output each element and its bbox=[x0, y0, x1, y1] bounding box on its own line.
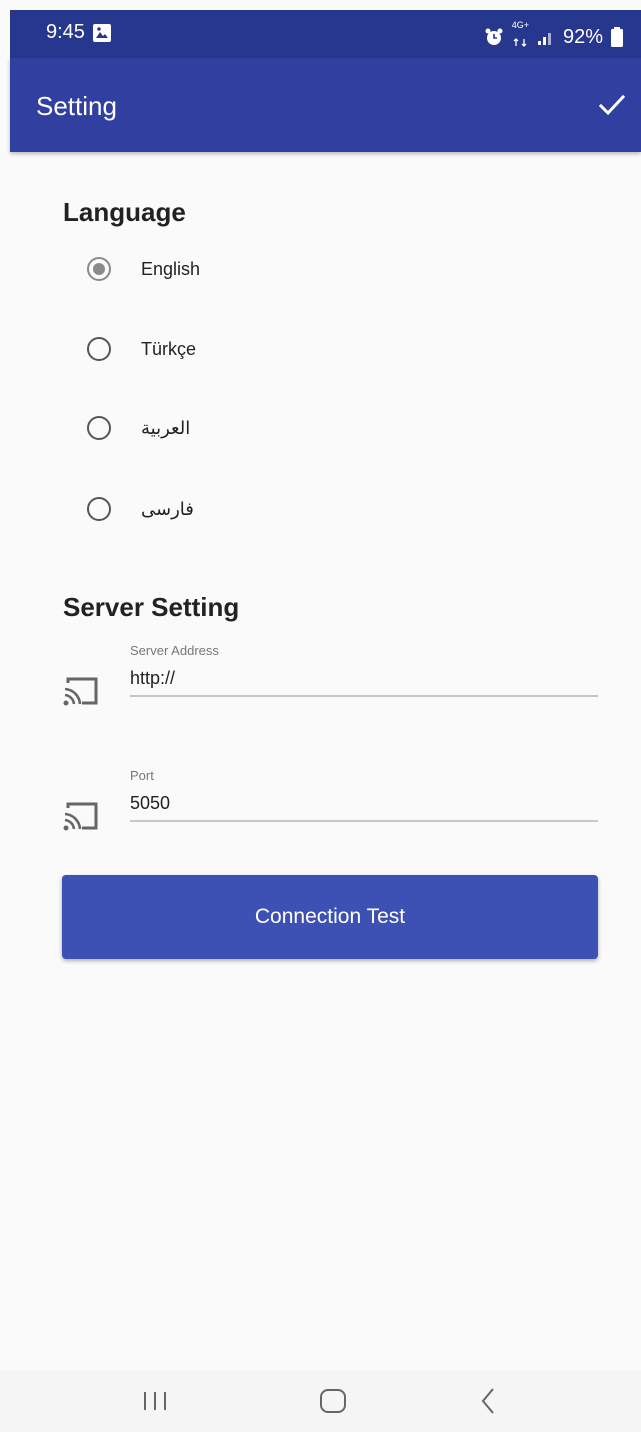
alarm-icon bbox=[485, 28, 503, 45]
server-address-field: Server Address bbox=[60, 643, 598, 723]
server-address-label: Server Address bbox=[130, 643, 219, 658]
server-setting-title: Server Setting bbox=[63, 592, 240, 622]
language-option-label: Türkçe bbox=[141, 338, 197, 359]
port-input[interactable] bbox=[130, 786, 598, 822]
language-option-arabic[interactable]: العربية bbox=[87, 413, 190, 443]
language-option-label: العربية bbox=[141, 417, 191, 438]
back-icon[interactable] bbox=[474, 1384, 504, 1418]
radio-selected-icon[interactable] bbox=[87, 257, 111, 281]
app-bar: Setting bbox=[10, 58, 641, 152]
language-title: Language bbox=[63, 197, 186, 227]
port-label: Port bbox=[130, 768, 154, 783]
cast-icon bbox=[63, 677, 98, 706]
signal-icon bbox=[537, 33, 551, 45]
server-address-input[interactable] bbox=[130, 661, 598, 697]
status-icons: 4G+ 92% bbox=[484, 21, 623, 53]
port-field: Port bbox=[60, 768, 598, 848]
network-icon: 4G+ bbox=[512, 21, 529, 53]
battery-icon bbox=[611, 27, 623, 47]
language-option-english[interactable]: English bbox=[87, 254, 200, 284]
radio-icon[interactable] bbox=[87, 497, 111, 521]
language-option-label: فارسی bbox=[141, 498, 194, 519]
connection-test-button[interactable]: Connection Test bbox=[62, 875, 598, 959]
language-option-persian[interactable]: فارسی bbox=[87, 494, 194, 524]
check-icon[interactable] bbox=[597, 90, 627, 120]
radio-icon[interactable] bbox=[87, 337, 111, 361]
radio-icon[interactable] bbox=[87, 416, 111, 440]
battery-level: 92% bbox=[562, 25, 603, 48]
system-nav-bar bbox=[0, 1370, 641, 1432]
cast-icon bbox=[63, 802, 98, 831]
network-label: 4G+ bbox=[511, 20, 529, 30]
page-title: Setting bbox=[36, 91, 117, 121]
language-option-label: English bbox=[141, 258, 201, 279]
recent-apps-icon[interactable] bbox=[140, 1384, 170, 1418]
gallery-icon bbox=[93, 24, 111, 42]
language-option-turkish[interactable]: Türkçe bbox=[87, 334, 196, 364]
home-icon[interactable] bbox=[316, 1384, 350, 1418]
status-time: 9:45 bbox=[46, 21, 85, 43]
status-bar: 9:45 4G+ 92% bbox=[10, 10, 641, 58]
